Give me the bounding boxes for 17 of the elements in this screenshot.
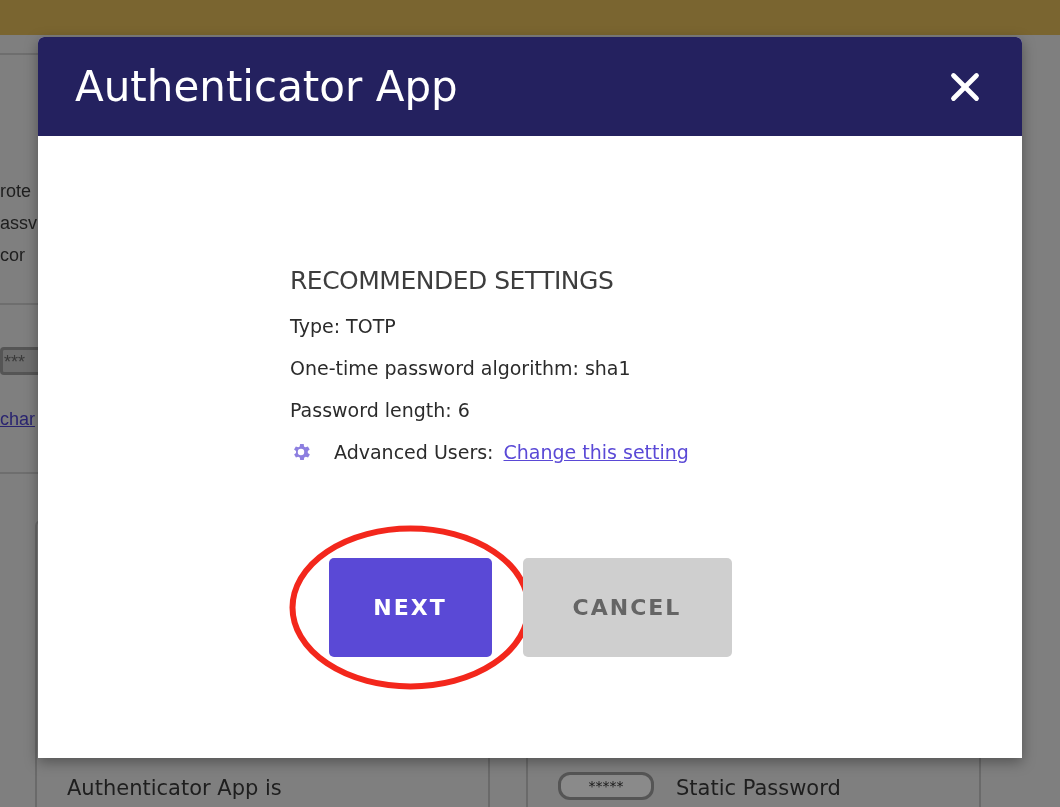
change-link[interactable]: char	[0, 409, 35, 430]
cancel-button[interactable]: CANCEL	[522, 558, 732, 657]
setting-text: One-time password algorithm: sha1	[290, 356, 632, 381]
card-text: Authenticator App is	[67, 776, 282, 800]
password-field[interactable]: ***	[0, 347, 38, 375]
advanced-label: Advanced Users:	[334, 441, 494, 463]
change-setting-link[interactable]: Change this setting	[503, 441, 689, 463]
modal-title: Authenticator App	[75, 62, 458, 111]
settings-heading: RECOMMENDED SETTINGS	[290, 266, 615, 295]
next-button[interactable]: NEXT	[328, 558, 492, 657]
setting-text: Type: TOTP	[290, 314, 397, 339]
intro-text: cor	[0, 244, 25, 267]
setting-text: Password length: 6	[290, 398, 471, 423]
card-text: Static Password	[676, 776, 841, 800]
intro-text: assv	[0, 212, 37, 235]
intro-text: rote	[0, 180, 32, 203]
masked-field: *****	[558, 772, 654, 800]
